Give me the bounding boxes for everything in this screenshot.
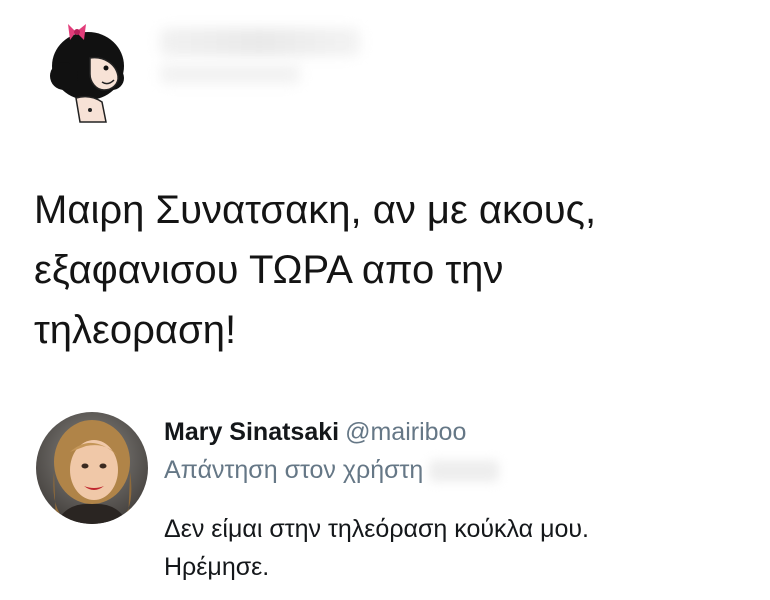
cartoon-avatar-icon[interactable] (46, 18, 136, 128)
replying-to-label: Απάντηση στον χρήστη (164, 456, 424, 484)
original-tweet: Μαιρη Συνατσακη, αν με ακους, εξαφανισου… (0, 0, 770, 400)
author-handle[interactable]: @mairiboo (345, 418, 466, 446)
reply-tweet: Mary Sinatsaki @mairiboo Απάντηση στον χρ… (0, 400, 770, 600)
tweet-line: εξαφανισου ΤΩΡΑ απο την (34, 248, 504, 292)
author-name[interactable]: Mary Sinatsaki (164, 418, 339, 446)
tweet-line: Μαιρη Συνατσακη, αν με ακους, (34, 188, 597, 232)
reply-line: Δεν είμαι στην τηλεόραση κούκλα μου. (164, 515, 589, 543)
tweet-text: Μαιρη Συνατσακη, αν με ακους, εξαφανισου… (34, 180, 734, 360)
replying-to: Απάντηση στον χρήστη (164, 454, 500, 486)
reply-text: Δεν είμαι στην τηλεόραση κούκλα μου. Ηρέ… (164, 510, 764, 586)
blurred-handle (160, 64, 300, 84)
reply-line: Ηρέμησε. (164, 553, 270, 581)
reply-header: Mary Sinatsaki @mairiboo (164, 416, 466, 448)
blurred-username (160, 28, 360, 56)
profile-photo-avatar[interactable] (36, 412, 148, 524)
tweet-line: τηλεοραση! (34, 308, 237, 352)
blurred-reply-handle (429, 460, 500, 483)
